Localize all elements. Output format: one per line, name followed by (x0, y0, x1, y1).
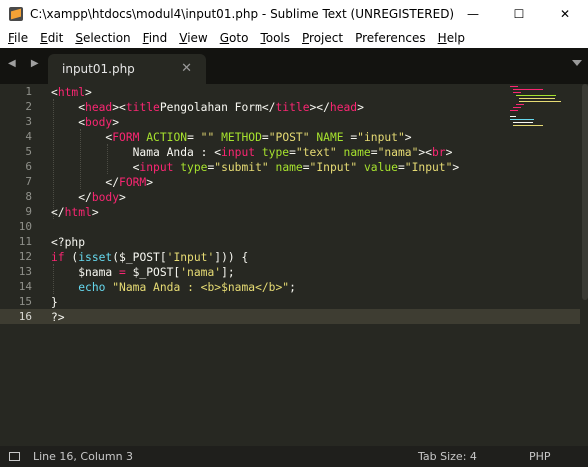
tab-size-indicator[interactable]: Tab Size: 4 (418, 450, 477, 463)
maximize-button[interactable]: ☐ (496, 0, 542, 27)
line-number: 10 (18, 220, 32, 233)
line-number: 11 (18, 235, 32, 248)
tab-dropdown-icon[interactable] (572, 60, 582, 66)
minimize-button[interactable]: — (450, 0, 496, 27)
code-line: <body> (51, 116, 120, 129)
window-controls: — ☐ ✕ (450, 0, 588, 27)
code-line: </html> (51, 206, 99, 219)
menu-item-goto[interactable]: Goto (214, 31, 255, 45)
current-line-highlight (0, 309, 580, 324)
minimap[interactable] (510, 86, 580, 126)
line-number: 4 (25, 130, 32, 143)
cursor-position: Line 16, Column 3 (33, 450, 134, 463)
menu-item-edit[interactable]: Edit (34, 31, 69, 45)
close-button[interactable]: ✕ (542, 0, 588, 27)
menu-item-help[interactable]: Help (432, 31, 471, 45)
window-title: C:\xampp\htdocs\modul4\input01.php - Sub… (30, 6, 455, 21)
code-line: Nama Anda : <input type="text" name="nam… (51, 146, 453, 159)
line-number: 2 (25, 100, 32, 113)
code-line: <FORM ACTION= "" METHOD="POST" NAME ="in… (51, 131, 412, 144)
line-number: 7 (25, 175, 32, 188)
code-line: </FORM> (51, 176, 154, 189)
close-tab-icon[interactable]: ✕ (181, 61, 192, 76)
menu-item-view[interactable]: View (173, 31, 213, 45)
code-line: <html> (51, 86, 92, 99)
line-number: 1 (25, 85, 32, 98)
tab-nav-arrows[interactable]: ◀ ▶ (8, 58, 45, 69)
tab-input01[interactable]: input01.php ✕ (48, 54, 206, 84)
syntax-indicator[interactable]: PHP (529, 450, 551, 463)
line-number: 15 (18, 295, 32, 308)
line-number-gutter: 1 2 3 4 5 6 7 8 9 10 11 12 13 14 15 16 (0, 84, 38, 446)
code-editor[interactable]: 1 2 3 4 5 6 7 8 9 10 11 12 13 14 15 16 <html> <head><ti… (0, 84, 588, 446)
menu-item-project[interactable]: Project (296, 31, 349, 45)
status-bar: Line 16, Column 3 Tab Size: 4 PHP (0, 446, 588, 467)
code-line: if (isset($_POST['Input'])) { (51, 251, 249, 264)
code-line: <input type="submit" name="Input" value=… (51, 161, 460, 174)
code-line: echo "Nama Anda : <b>$nama</b>"; (78, 281, 296, 294)
tab-bar: ◀ ▶ input01.php ✕ (0, 48, 588, 84)
code-line: <?php (51, 236, 86, 249)
menu-item-selection[interactable]: Selection (69, 31, 136, 45)
code-line: <head><titlePengolahan Form</title></hea… (51, 101, 364, 114)
code-line: } (51, 296, 58, 309)
line-number: 13 (18, 265, 32, 278)
line-number: 16 (18, 310, 32, 323)
code-line: ?> (51, 311, 65, 324)
menu-item-tools[interactable]: Tools (254, 31, 296, 45)
line-number: 9 (25, 205, 32, 218)
menu-item-preferences[interactable]: Preferences (349, 31, 432, 45)
line-number: 12 (18, 250, 32, 263)
sublime-text-icon (8, 6, 24, 22)
line-number: 8 (25, 190, 32, 203)
line-number: 6 (25, 160, 32, 173)
menu-bar: File Edit Selection Find View Goto Tools Projec… (0, 27, 588, 48)
vertical-scrollbar[interactable] (582, 84, 588, 300)
line-number: 14 (18, 280, 32, 293)
menu-item-file[interactable]: File (2, 31, 34, 45)
code-line: </body> (51, 191, 126, 204)
line-number: 3 (25, 115, 32, 128)
tab-label: input01.php (62, 62, 135, 76)
line-number: 5 (25, 145, 32, 158)
title-bar: C:\xampp\htdocs\modul4\input01.php - Sub… (0, 0, 588, 27)
panel-toggle-icon[interactable] (9, 452, 20, 461)
menu-item-find[interactable]: Find (137, 31, 174, 45)
code-line: $nama = $_POST['nama']; (51, 266, 235, 279)
